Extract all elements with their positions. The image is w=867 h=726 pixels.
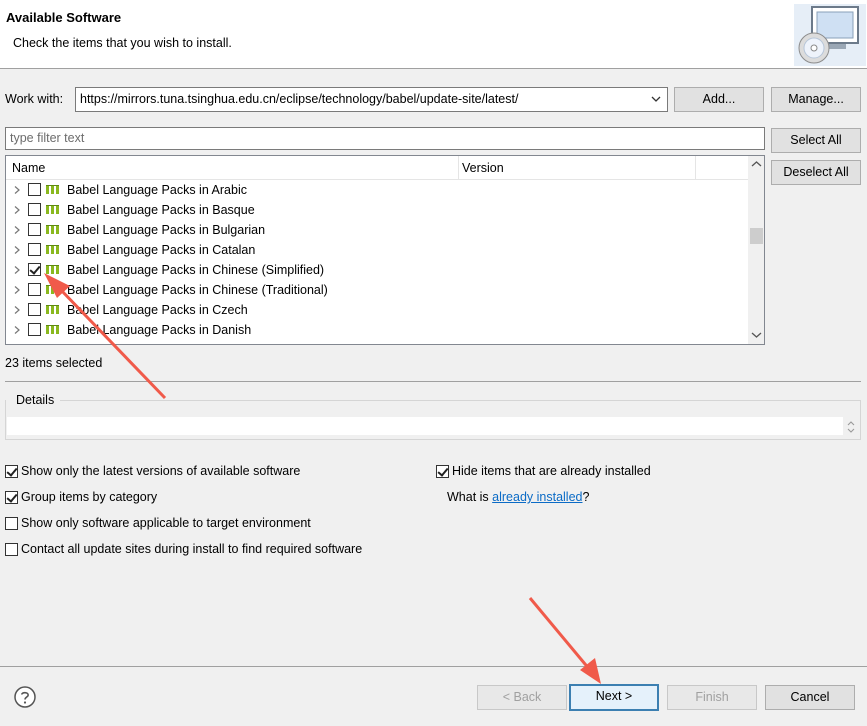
package-icon [46, 185, 59, 194]
chevron-down-icon[interactable] [647, 90, 665, 109]
chevron-right-icon[interactable] [12, 285, 22, 295]
manage-sites-button[interactable]: Manage... [771, 87, 861, 112]
table-row[interactable]: Babel Language Packs in Czech [6, 300, 748, 320]
select-all-button[interactable]: Select All [771, 128, 861, 153]
work-with-combo[interactable]: https://mirrors.tuna.tsinghua.edu.cn/ecl… [75, 87, 668, 112]
tree-rows: Babel Language Packs in Arabic Babel Lang… [6, 180, 748, 340]
row-checkbox[interactable] [28, 263, 41, 276]
package-icon [46, 305, 59, 314]
footer-separator [0, 666, 867, 667]
scroll-down-icon[interactable] [748, 327, 765, 344]
add-site-button[interactable]: Add... [674, 87, 764, 112]
scrollbar-thumb[interactable] [750, 228, 763, 244]
checkbox[interactable] [5, 465, 18, 478]
package-icon [46, 245, 59, 254]
row-checkbox[interactable] [28, 303, 41, 316]
table-row[interactable]: Babel Language Packs in Bulgarian [6, 220, 748, 240]
software-tree-table[interactable]: Name Version Babel Language Packs in Ara… [5, 155, 765, 345]
deselect-all-button[interactable]: Deselect All [771, 160, 861, 185]
row-checkbox[interactable] [28, 183, 41, 196]
column-divider [695, 156, 696, 180]
details-text-area[interactable] [7, 417, 843, 435]
table-row[interactable]: Babel Language Packs in Chinese (Simplif… [6, 260, 748, 280]
option-label: Hide items that are already installed [452, 464, 651, 478]
row-checkbox[interactable] [28, 243, 41, 256]
already-installed-link[interactable]: already installed [492, 490, 582, 504]
page-title: Available Software [6, 10, 122, 25]
finish-button[interactable]: Finish [667, 685, 757, 710]
install-wizard-icon [794, 4, 866, 66]
back-button[interactable]: < Back [477, 685, 567, 710]
checkbox[interactable] [436, 465, 449, 478]
option-label: Group items by category [21, 490, 158, 504]
scroll-up-icon[interactable] [748, 156, 765, 173]
separator [5, 381, 861, 382]
checkbox[interactable] [5, 543, 18, 556]
chevron-right-icon[interactable] [12, 185, 22, 195]
annotation-arrow-next [528, 597, 601, 684]
row-label: Babel Language Packs in Bulgarian [67, 223, 266, 237]
row-label: Babel Language Packs in Catalan [67, 243, 256, 257]
work-with-value: https://mirrors.tuna.tsinghua.edu.cn/ecl… [80, 92, 519, 106]
chevron-right-icon[interactable] [12, 265, 22, 275]
page-subtitle: Check the items that you wish to install… [13, 36, 232, 50]
selected-count-label: 23 items selected [5, 356, 103, 370]
checkbox[interactable] [5, 491, 18, 504]
cancel-button[interactable]: Cancel [765, 685, 855, 710]
column-header-version[interactable]: Version [462, 161, 504, 175]
package-icon [46, 265, 59, 274]
next-button[interactable]: Next > [569, 684, 659, 711]
what-is-prefix: What is [447, 490, 493, 504]
package-icon [46, 225, 59, 234]
what-is-suffix: ? [582, 490, 590, 504]
chevron-right-icon[interactable] [12, 325, 22, 335]
work-with-label: Work with: [5, 92, 64, 106]
checkbox[interactable] [5, 517, 18, 530]
row-checkbox[interactable] [28, 323, 41, 336]
vertical-scrollbar[interactable] [748, 156, 765, 344]
table-row[interactable]: Babel Language Packs in Catalan [6, 240, 748, 260]
table-header: Name Version [6, 156, 748, 180]
row-checkbox[interactable] [28, 223, 41, 236]
package-icon [46, 205, 59, 214]
dialog-header: Available Software Check the items that … [0, 0, 867, 69]
row-label: Babel Language Packs in Arabic [67, 183, 247, 197]
details-group-border [60, 400, 861, 401]
column-header-name[interactable]: Name [12, 161, 45, 175]
column-divider [458, 156, 459, 180]
option-label: Show only software applicable to target … [21, 516, 311, 530]
option-label: Show only the latest versions of availab… [21, 464, 301, 478]
chevron-right-icon[interactable] [12, 225, 22, 235]
details-label: Details [14, 393, 57, 407]
row-label: Babel Language Packs in Czech [67, 303, 248, 317]
row-label: Babel Language Packs in Chinese (Traditi… [67, 283, 328, 297]
what-is-installed-text: What is already installed? [447, 490, 589, 504]
filter-input[interactable]: type filter text [5, 127, 765, 150]
package-icon [46, 285, 59, 294]
option-label: Contact all update sites during install … [21, 542, 363, 556]
table-row[interactable]: Babel Language Packs in Basque [6, 200, 748, 220]
help-icon[interactable] [13, 685, 37, 709]
chevron-right-icon[interactable] [12, 205, 22, 215]
chevron-right-icon[interactable] [12, 305, 22, 315]
details-scroll-icon[interactable] [845, 417, 857, 437]
row-label: Babel Language Packs in Basque [67, 203, 255, 217]
row-checkbox[interactable] [28, 203, 41, 216]
row-label: Babel Language Packs in Chinese (Simplif… [67, 263, 325, 277]
table-row[interactable]: Babel Language Packs in Arabic [6, 180, 748, 200]
row-checkbox[interactable] [28, 283, 41, 296]
table-row[interactable]: Babel Language Packs in Chinese (Traditi… [6, 280, 748, 300]
package-icon [46, 325, 59, 334]
chevron-right-icon[interactable] [12, 245, 22, 255]
table-row[interactable]: Babel Language Packs in Danish [6, 320, 748, 340]
row-label: Babel Language Packs in Danish [67, 323, 252, 337]
